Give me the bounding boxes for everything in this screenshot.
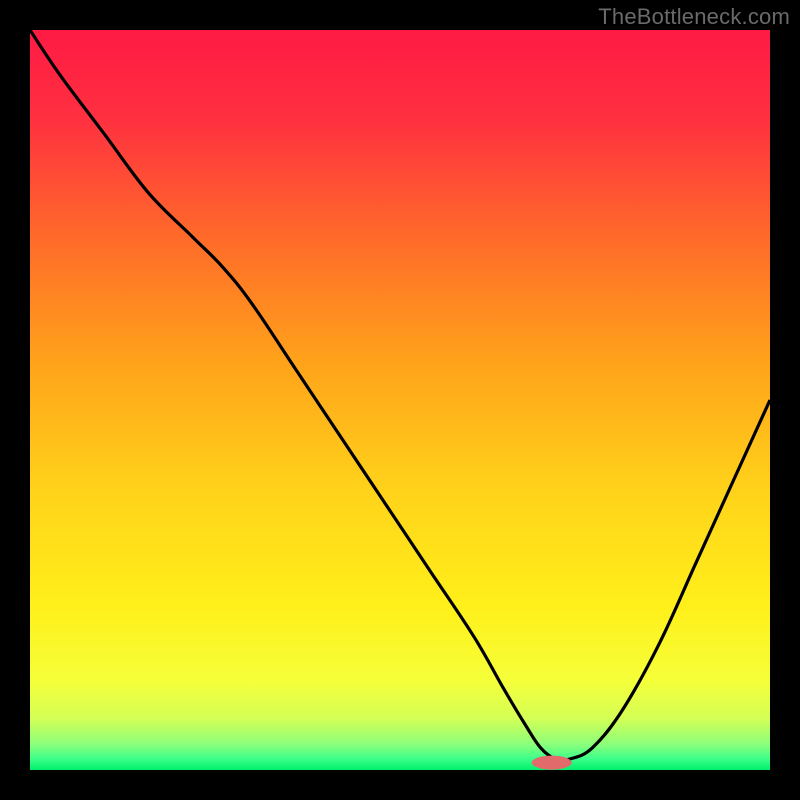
chart-figure: { "watermark": "TheBottleneck.com", "col… <box>0 0 800 800</box>
plot-background <box>30 30 770 770</box>
watermark-text: TheBottleneck.com <box>598 4 790 30</box>
plot-svg <box>0 0 800 800</box>
optimum-marker <box>532 756 572 770</box>
